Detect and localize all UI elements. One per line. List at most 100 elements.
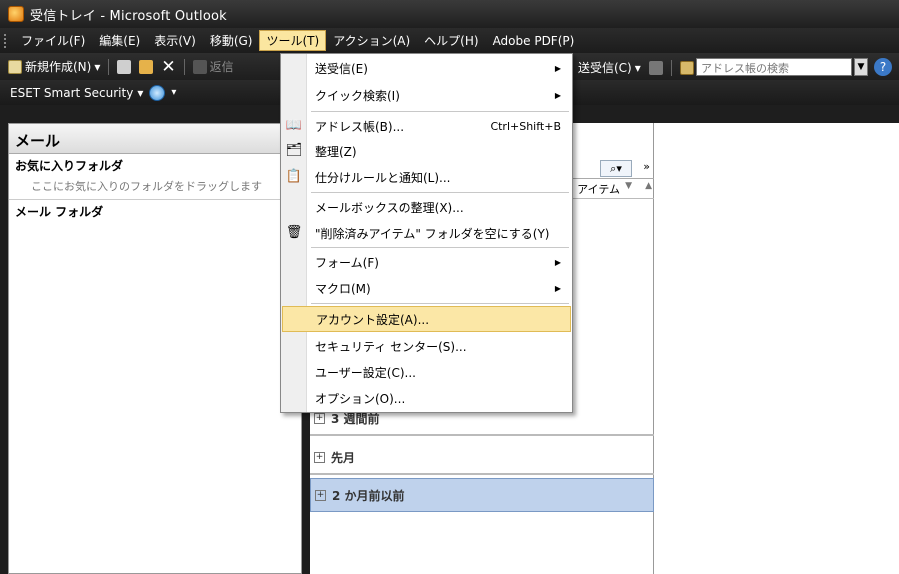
menu-item-empty-deleted-items[interactable]: "削除済みアイテム" フォルダを空にする(Y): [282, 220, 571, 246]
reading-pane: [655, 123, 899, 574]
window-title: 受信トレイ - Microsoft Outlook: [30, 8, 227, 24]
send-receive-button[interactable]: 送受信(C) ▾: [574, 57, 645, 78]
new-button[interactable]: 新規作成(N) ▾: [4, 56, 104, 77]
toolbar-right-group: 送受信(C) ▾: [574, 57, 698, 78]
workspace-background: [0, 105, 8, 574]
outlook-icon: [8, 6, 24, 22]
menu-item-options[interactable]: オプション(O)...: [282, 385, 571, 411]
favorites-folder-header[interactable]: お気に入りフォルダ: [9, 154, 301, 177]
menu-help[interactable]: ヘルプ(H): [417, 30, 485, 51]
new-button-label: 新規作成(N): [25, 60, 92, 74]
sort-icon[interactable]: ▼: [625, 181, 632, 191]
favorites-hint: ここにお気に入りのフォルダをドラッグします: [31, 180, 262, 193]
address-book-icon: [679, 60, 694, 75]
menu-item-label: アドレス帳(B)...: [315, 119, 405, 134]
group-row-last-month[interactable]: + 先月: [310, 441, 654, 475]
menu-adobe-pdf[interactable]: Adobe PDF(P): [486, 32, 582, 50]
menu-item-label: 整理(Z): [315, 144, 357, 159]
move-folder-icon: [139, 59, 154, 74]
menu-item-label: アカウント設定(A)...: [316, 312, 430, 327]
reply-button[interactable]: 返信: [189, 56, 238, 77]
menu-separator: [311, 247, 569, 248]
mail-folders-header[interactable]: メール フォルダ: [9, 199, 301, 223]
menu-item-label: マクロ(M): [315, 281, 371, 296]
submenu-arrow-icon: ▶: [554, 90, 561, 100]
menu-item-label: セキュリティ センター(S)...: [315, 339, 467, 354]
chevron-down-icon[interactable]: ▾: [137, 86, 143, 100]
menu-item-address-book[interactable]: アドレス帳(B)... Ctrl+Shift+B: [282, 113, 571, 139]
menu-separator: [311, 111, 569, 112]
tools-menu-dropdown: 送受信(E) ▶ クイック検索(I) ▶ 📖 アドレス帳(B)... Ctrl+…: [280, 53, 573, 413]
menu-item-instant-search[interactable]: クイック検索(I) ▶: [282, 82, 571, 108]
submenu-arrow-icon: ▶: [554, 283, 561, 293]
menu-item-send-receive[interactable]: 送受信(E) ▶: [282, 55, 571, 81]
delete-icon: ✕: [161, 56, 176, 77]
toolbar-separator: [183, 58, 185, 75]
menu-item-account-settings[interactable]: アカウント設定(A)...: [282, 306, 571, 332]
reply-button-label: 返信: [209, 60, 234, 74]
menubar-grip[interactable]: [4, 33, 10, 48]
expand-icon[interactable]: +: [314, 412, 325, 424]
group-label: 先月: [331, 450, 356, 465]
toolbar-separator: [108, 58, 110, 75]
expand-icon[interactable]: +: [315, 489, 326, 501]
menu-item-label: メールボックスの整理(X)...: [315, 200, 464, 215]
menu-separator: [311, 303, 569, 304]
reply-icon: [192, 59, 207, 74]
menu-item-rules-and-alerts[interactable]: 仕分けルールと通知(L)...: [282, 164, 571, 190]
delete-button[interactable]: ✕: [157, 55, 179, 79]
address-book-button[interactable]: [676, 59, 698, 77]
submenu-arrow-icon: ▶: [554, 63, 561, 73]
menu-edit[interactable]: 編集(E): [92, 30, 147, 51]
toolbar-separator: [670, 59, 672, 76]
menu-item-trust-center[interactable]: セキュリティ センター(S)...: [282, 333, 571, 359]
eset-label: ESET Smart Security: [10, 85, 134, 100]
group-label: 2 か月前以前: [332, 488, 405, 503]
expand-query-icon[interactable]: »: [643, 160, 650, 173]
eset-button[interactable]: ESET Smart Security ▾: [4, 85, 149, 101]
help-icon[interactable]: ?: [874, 58, 892, 76]
submenu-arrow-icon: ▶: [554, 257, 561, 267]
menu-actions[interactable]: アクション(A): [326, 30, 417, 51]
menu-item-label: クイック検索(I): [315, 88, 400, 103]
expand-icon[interactable]: +: [314, 451, 325, 463]
menu-item-organize[interactable]: 整理(Z): [282, 138, 571, 164]
title-bar: 受信トレイ - Microsoft Outlook: [0, 0, 899, 28]
chevron-down-icon[interactable]: ▾: [94, 60, 100, 74]
find-button[interactable]: [645, 59, 667, 77]
address-book-search-input[interactable]: アドレス帳の検索: [696, 58, 852, 76]
new-mail-icon: [8, 59, 22, 74]
find-icon: [648, 60, 663, 75]
menu-bar: ファイル(F) 編集(E) 表示(V) 移動(G) ツール(T) アクション(A…: [0, 28, 899, 53]
menu-item-label: オプション(O)...: [315, 391, 406, 406]
arrange-column-label[interactable]: アイテム: [577, 181, 620, 197]
chevron-down-icon[interactable]: ▾: [635, 61, 641, 75]
menu-item-label: "削除済みアイテム" フォルダを空にする(Y): [315, 226, 550, 241]
menu-item-forms[interactable]: フォーム(F) ▶: [282, 249, 571, 275]
print-icon: [117, 59, 132, 74]
toolbar-options-icon[interactable]: ▾: [171, 87, 176, 98]
menu-item-label: 送受信(E): [315, 61, 368, 76]
group-row-older[interactable]: + 2 か月前以前: [310, 478, 654, 512]
menu-file[interactable]: ファイル(F): [14, 30, 92, 51]
menu-view[interactable]: 表示(V): [147, 30, 203, 51]
eset-icon[interactable]: [149, 84, 166, 101]
send-receive-label: 送受信(C): [578, 61, 632, 75]
scroll-up-icon[interactable]: ▲: [645, 181, 652, 191]
navigation-pane: メール お気に入りフォルダ ここにお気に入りのフォルダをドラッグします メール …: [8, 123, 302, 574]
move-to-folder-button[interactable]: [135, 58, 157, 76]
print-button[interactable]: [113, 58, 135, 76]
menu-item-customize[interactable]: ユーザー設定(C)...: [282, 359, 571, 385]
menu-separator: [311, 192, 569, 193]
nav-header-mail: メール: [9, 124, 301, 154]
chevron-down-icon[interactable]: ▼: [854, 58, 868, 76]
menu-item-label: 仕分けルールと通知(L)...: [315, 170, 451, 185]
menu-tools[interactable]: ツール(T): [259, 30, 327, 51]
menu-item-label: フォーム(F): [315, 255, 379, 270]
search-icon[interactable]: ⌕▾: [600, 160, 632, 177]
menu-item-label: ユーザー設定(C)...: [315, 365, 416, 380]
menu-item-shortcut: Ctrl+Shift+B: [490, 119, 561, 133]
menu-item-mailbox-cleanup[interactable]: メールボックスの整理(X)...: [282, 194, 571, 220]
menu-item-macro[interactable]: マクロ(M) ▶: [282, 275, 571, 301]
menu-go[interactable]: 移動(G): [203, 30, 260, 51]
